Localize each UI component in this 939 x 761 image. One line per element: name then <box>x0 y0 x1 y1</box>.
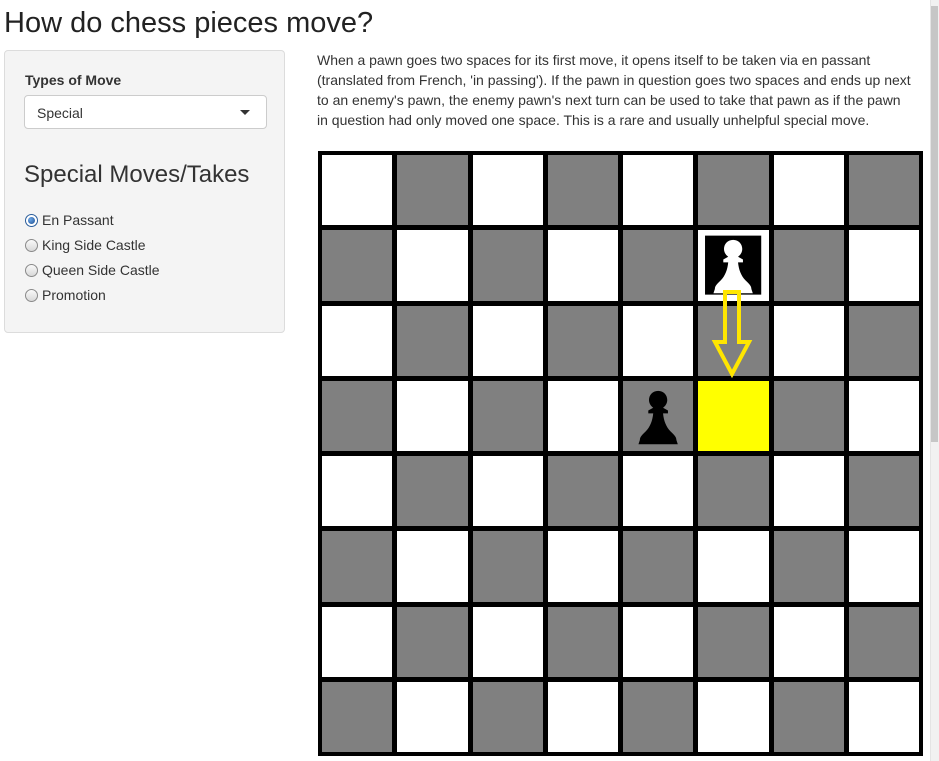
board-square <box>773 681 844 752</box>
board-square <box>773 456 844 527</box>
board-square <box>698 380 769 451</box>
board-square <box>623 681 694 752</box>
board-square <box>547 606 618 677</box>
board-square <box>547 681 618 752</box>
board-square <box>472 531 543 602</box>
board-square <box>698 456 769 527</box>
board-square <box>623 531 694 602</box>
board-square <box>698 606 769 677</box>
types-of-move-select[interactable]: Special <box>24 95 267 129</box>
board-square <box>623 606 694 677</box>
board-square <box>322 305 393 376</box>
radio-label: Promotion <box>42 286 106 303</box>
types-of-move-label: Types of Move <box>25 72 122 88</box>
board-square <box>397 531 468 602</box>
board-square <box>322 681 393 752</box>
board-square <box>472 380 543 451</box>
board-square <box>547 230 618 301</box>
board-square <box>848 456 919 527</box>
board-square <box>547 531 618 602</box>
board-square <box>698 305 769 376</box>
board-square <box>848 531 919 602</box>
board-square <box>698 531 769 602</box>
chevron-down-icon <box>240 110 250 115</box>
board-square <box>848 305 919 376</box>
white-pawn-icon[interactable] <box>698 230 768 300</box>
black-pawn-icon[interactable] <box>623 381 693 451</box>
board-square <box>773 155 844 226</box>
radio-unchecked-icon[interactable] <box>25 264 38 277</box>
board-square <box>472 230 543 301</box>
board-square <box>698 230 769 301</box>
board-square <box>773 380 844 451</box>
board-square <box>322 230 393 301</box>
board-square <box>397 456 468 527</box>
radio-checked-icon[interactable] <box>25 214 38 227</box>
board-square <box>397 606 468 677</box>
board-square <box>472 681 543 752</box>
board-square <box>547 305 618 376</box>
radio-label: King Side Castle <box>42 236 146 253</box>
radio-option[interactable]: Promotion <box>25 282 160 307</box>
radio-option[interactable]: Queen Side Castle <box>25 257 160 282</box>
radio-label: Queen Side Castle <box>42 261 160 278</box>
scrollbar-thumb[interactable] <box>931 6 938 442</box>
board-square <box>547 155 618 226</box>
board-square <box>773 230 844 301</box>
board-square <box>472 305 543 376</box>
board-square <box>848 681 919 752</box>
board-square <box>322 531 393 602</box>
board-square <box>848 155 919 226</box>
board-square <box>848 606 919 677</box>
board-square <box>397 305 468 376</box>
select-value: Special <box>37 105 83 121</box>
board-square <box>322 380 393 451</box>
board-square <box>623 230 694 301</box>
board-square <box>547 380 618 451</box>
board-square <box>397 230 468 301</box>
board-square <box>397 380 468 451</box>
board-square <box>322 155 393 226</box>
board-square <box>848 380 919 451</box>
board-square <box>623 380 694 451</box>
board-square <box>623 456 694 527</box>
chess-board <box>318 151 923 756</box>
radio-option[interactable]: King Side Castle <box>25 232 160 257</box>
board-square <box>397 155 468 226</box>
special-moves-heading: Special Moves/Takes <box>24 161 250 188</box>
board-square <box>472 606 543 677</box>
board-square <box>698 155 769 226</box>
board-square <box>472 155 543 226</box>
board-square <box>397 681 468 752</box>
radio-option[interactable]: En Passant <box>25 207 160 232</box>
board-square <box>322 456 393 527</box>
board-square <box>773 606 844 677</box>
radio-label: En Passant <box>42 211 114 228</box>
sidebar-panel: Types of Move Special Special Moves/Take… <box>4 50 285 333</box>
board-square <box>322 606 393 677</box>
board-square <box>773 305 844 376</box>
board-square <box>623 305 694 376</box>
board-square <box>547 456 618 527</box>
radio-unchecked-icon[interactable] <box>25 239 38 252</box>
special-moves-radio-group: En Passant King Side Castle Queen Side Cas… <box>25 207 160 307</box>
move-description: When a pawn goes two spaces for its firs… <box>317 52 911 128</box>
board-square <box>848 230 919 301</box>
radio-unchecked-icon[interactable] <box>25 289 38 302</box>
board-square <box>623 155 694 226</box>
board-square <box>472 456 543 527</box>
board-square <box>773 531 844 602</box>
page-title: How do chess pieces move? <box>4 7 374 39</box>
board-square <box>698 681 769 752</box>
